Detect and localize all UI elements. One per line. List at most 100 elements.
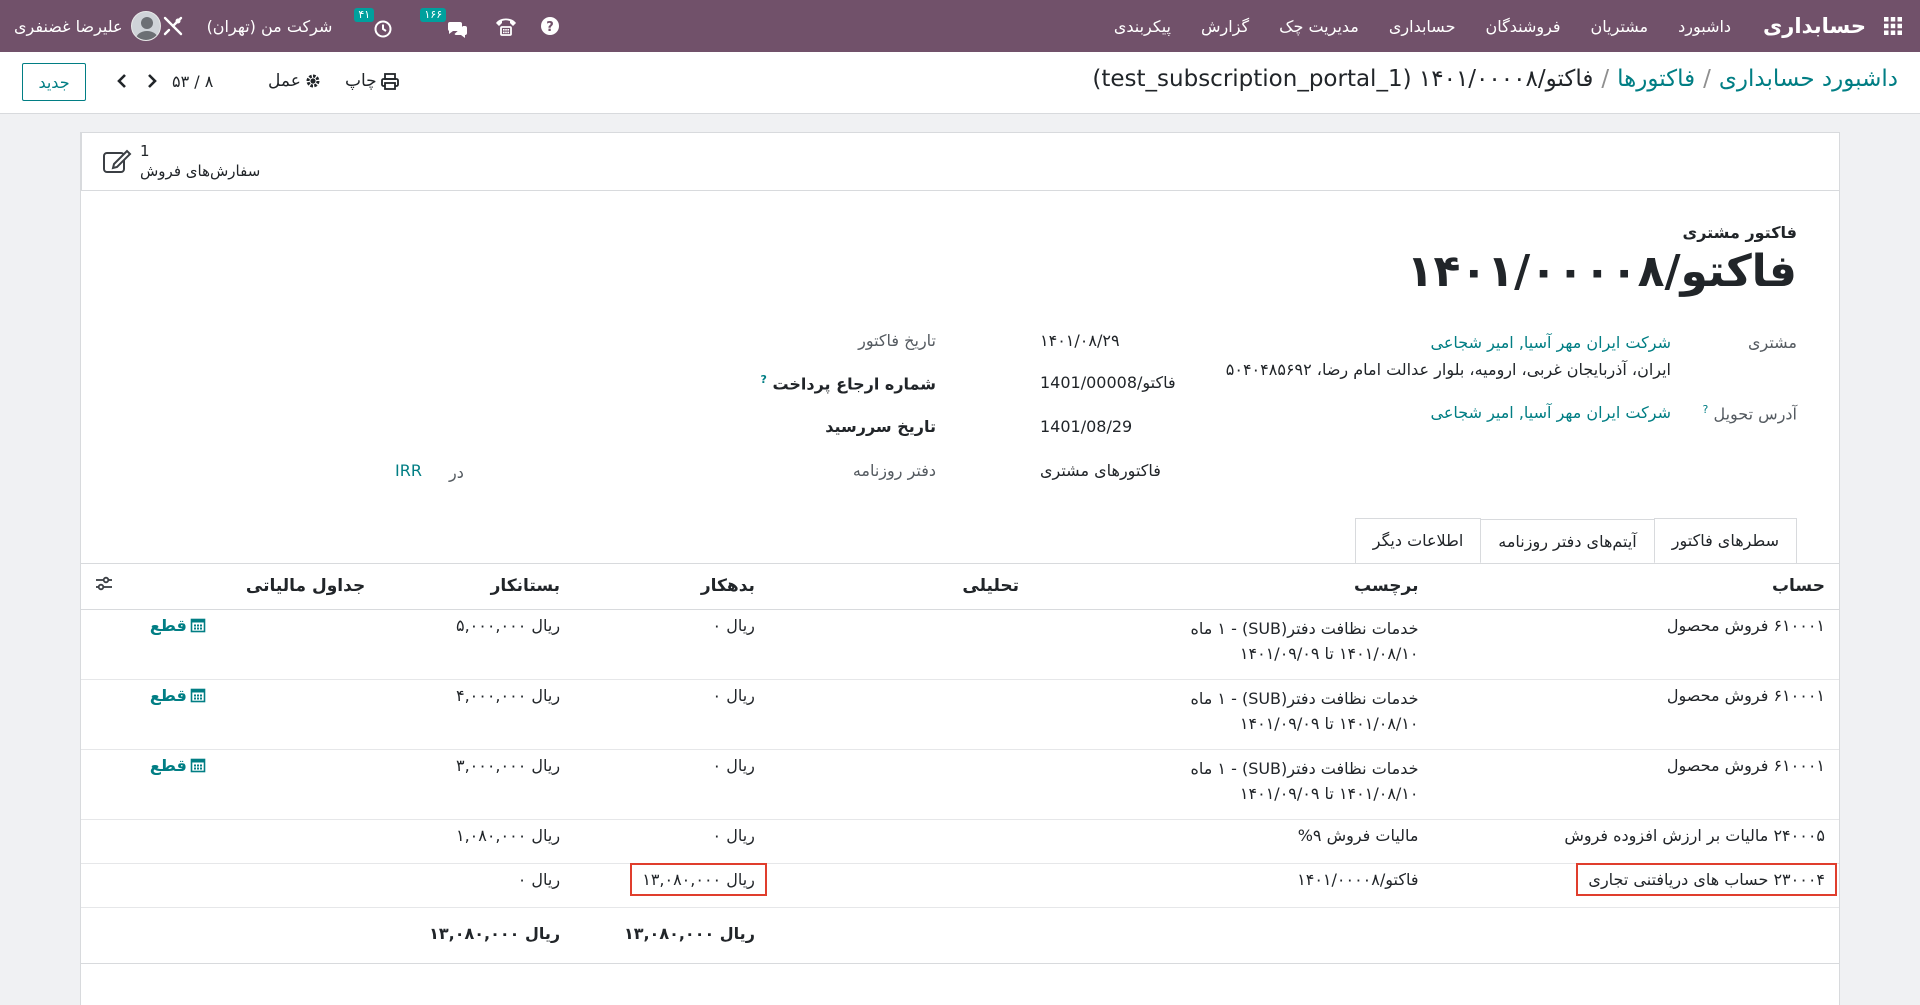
column-analytic[interactable]: تحلیلی: [768, 564, 1034, 610]
table-row[interactable]: ۶۱۰۰۰۱ فروش محصول خدمات نظافت دفتر(SUB) …: [81, 679, 1839, 750]
cell-analytic: [768, 863, 1034, 908]
cell-account: ۶۱۰۰۰۱ فروش محصول: [1432, 749, 1839, 820]
company-switcher[interactable]: شرکت من (تهران): [207, 17, 333, 36]
help-tooltip-icon[interactable]: ?: [1703, 403, 1709, 416]
tab-invoice-lines[interactable]: سطرهای فاکتور: [1653, 518, 1797, 563]
user-menu[interactable]: علیرضا غضنفری: [14, 11, 161, 41]
invoice-date-label: تاریخ فاکتور: [858, 331, 936, 350]
cell-label: مالیات فروش ۹%: [1033, 819, 1433, 864]
action-button[interactable]: عمل: [268, 71, 321, 91]
pager: ۸ / ۵۳: [112, 70, 213, 92]
table-row[interactable]: ۲۳۰۰۰۴ حساب های دریافتنی تجاری فاکتو/۱۴۰…: [81, 862, 1839, 908]
table-row[interactable]: ۶۱۰۰۰۱ فروش محصول خدمات نظافت دفتر(SUB) …: [81, 749, 1839, 820]
control-panel: داشبورد حسابداری / فاکتورها / فاکتو/۱۴۰۱…: [0, 52, 1920, 114]
column-tax-grids[interactable]: جداول مالیاتی: [135, 564, 380, 610]
sale-orders-smart-button[interactable]: 1 سفارش‌های فروش: [81, 133, 301, 191]
user-name: علیرضا غضنفری: [14, 16, 123, 36]
voip-phone-icon[interactable]: [494, 15, 518, 37]
tab-journal-items[interactable]: آیتم‌های دفتر روزنامه: [1480, 519, 1655, 564]
cut-button[interactable]: قطع: [150, 756, 206, 775]
payment-reference-label: شماره ارجاع پرداخت ?: [760, 373, 936, 393]
cell-account: ۶۱۰۰۰۱ فروش محصول: [1432, 609, 1839, 680]
breadcrumb-accounting-dashboard[interactable]: داشبورد حسابداری: [1719, 66, 1898, 92]
table-row[interactable]: ۶۱۰۰۰۱ فروش محصول خدمات نظافت دفتر(SUB) …: [81, 609, 1839, 680]
new-button[interactable]: جدید: [22, 63, 86, 101]
customer-label: مشتری: [1747, 333, 1797, 352]
cell-empty: [768, 906, 1034, 964]
cut-label: قطع: [149, 615, 187, 635]
cell-account: ۶۱۰۰۰۱ فروش محصول: [1432, 679, 1839, 750]
sliders-icon: [96, 576, 112, 590]
menu-configuration[interactable]: پیکربندی: [1114, 17, 1171, 36]
due-date-field[interactable]: 1401/08/29: [1040, 417, 1132, 436]
pager-value[interactable]: ۸ / ۵۳: [172, 72, 213, 91]
menu-customers[interactable]: مشتریان: [1591, 17, 1649, 36]
smart-button-text: 1 سفارش‌های فروش: [140, 141, 260, 181]
printer-icon: [380, 72, 399, 90]
apps-grid-icon[interactable]: [1880, 13, 1906, 39]
cell-empty: [81, 906, 136, 964]
cell-analytic: [768, 609, 1034, 680]
cut-button[interactable]: قطع: [150, 686, 206, 705]
top-navbar: حسابداری داشبورد مشتریان فروشندگان حسابد…: [0, 0, 1920, 52]
invoice-date-field[interactable]: ۱۴۰۱/۰۸/۲۹: [1040, 331, 1120, 350]
sale-orders-count: 1: [140, 142, 150, 160]
debug-tools-icon[interactable]: [161, 14, 185, 38]
customer-field[interactable]: شرکت ایران مهر آسیا, امیر شجاعی: [1431, 333, 1672, 352]
delivery-address-field[interactable]: شرکت ایران مهر آسیا, امیر شجاعی: [1431, 403, 1672, 422]
payment-reference-field[interactable]: فاکتو/1401/00008: [1040, 373, 1176, 392]
cell-credit: ریال ۴,۰۰۰,۰۰۰: [379, 679, 575, 750]
cell-empty: [81, 679, 136, 750]
cell-analytic: [768, 819, 1034, 864]
calendar-icon: [190, 618, 206, 633]
cell-empty: [81, 609, 136, 680]
column-credit[interactable]: بستانکار: [379, 564, 575, 610]
cell-empty: [81, 749, 136, 820]
help-question-icon[interactable]: ?: [540, 16, 560, 36]
column-label[interactable]: برچسب: [1033, 564, 1433, 610]
cell-account: ۲۴۰۰۰۵ مالیات بر ارزش افزوده فروش: [1432, 819, 1839, 864]
chevron-right-icon[interactable]: [142, 70, 162, 92]
help-tooltip-icon[interactable]: ?: [760, 373, 766, 386]
menu-reporting[interactable]: گزارش: [1201, 17, 1249, 36]
journal-field[interactable]: فاکتورهای مشتری: [1040, 461, 1161, 480]
cell-tax-grids: قطع: [135, 679, 380, 750]
cell-empty: [81, 819, 136, 864]
cell-credit: ریال ۳,۰۰۰,۰۰۰: [379, 749, 575, 820]
main-menu: حسابداری داشبورد مشتریان فروشندگان حسابد…: [1084, 0, 1906, 52]
messages-chat-icon[interactable]: ۱۶۶: [420, 8, 472, 41]
column-debit[interactable]: بدهکار: [574, 564, 769, 610]
activity-clock-icon[interactable]: ۴۱: [354, 8, 398, 41]
label-line: خدمات نظافت دفتر(SUB) - ۱ ماه: [1190, 688, 1419, 708]
breadcrumb-invoices[interactable]: فاکتورها: [1617, 66, 1695, 92]
print-button[interactable]: چاپ: [345, 71, 399, 91]
journal-label: دفتر روزنامه: [852, 461, 936, 480]
menu-accounting[interactable]: حسابداری: [1389, 17, 1456, 36]
delivery-address-label-text: آدرس تحویل: [1713, 404, 1797, 424]
svg-text:?: ?: [547, 20, 555, 35]
table-header: حساب برچسب تحلیلی بدهکار بستانکار جداول …: [81, 564, 1839, 610]
chevron-left-icon[interactable]: [112, 70, 132, 92]
menu-dashboard[interactable]: داشبورد: [1678, 17, 1731, 36]
menu-vendors[interactable]: فروشندگان: [1485, 17, 1560, 36]
label-period: ۱۴۰۱/۰۸/۱۰ تا ۱۴۰۱/۰۹/۰۹: [1239, 713, 1419, 733]
cell-credit: ریال ۱,۰۸۰,۰۰۰: [379, 819, 575, 864]
cell-empty: [1033, 906, 1433, 964]
tab-other-info[interactable]: اطلاعات دیگر: [1354, 518, 1482, 563]
currency-field[interactable]: IRR: [395, 461, 422, 480]
cell-analytic: [768, 749, 1034, 820]
column-account[interactable]: حساب: [1432, 564, 1839, 610]
calendar-icon: [190, 758, 206, 773]
breadcrumb-separator: /: [1601, 66, 1610, 92]
cut-button[interactable]: قطع: [150, 616, 206, 635]
cell-tax-grids: قطع: [135, 609, 380, 680]
optional-columns-toggle[interactable]: [81, 564, 136, 610]
highlight-account: ۲۳۰۰۰۴ حساب های دریافتنی تجاری: [1576, 862, 1837, 896]
menu-check-management[interactable]: مدیریت چک: [1279, 17, 1359, 36]
edit-pencil-icon: [103, 149, 132, 173]
app-brand[interactable]: حسابداری: [1763, 14, 1866, 38]
table-row[interactable]: ۲۴۰۰۰۵ مالیات بر ارزش افزوده فروش مالیات…: [81, 819, 1839, 864]
customer-address: ایران، آذربایجان غربی، ارومیه، بلوار عدا…: [1225, 360, 1671, 379]
cell-credit: ریال ۵,۰۰۰,۰۰۰: [379, 609, 575, 680]
print-label: چاپ: [345, 71, 377, 91]
